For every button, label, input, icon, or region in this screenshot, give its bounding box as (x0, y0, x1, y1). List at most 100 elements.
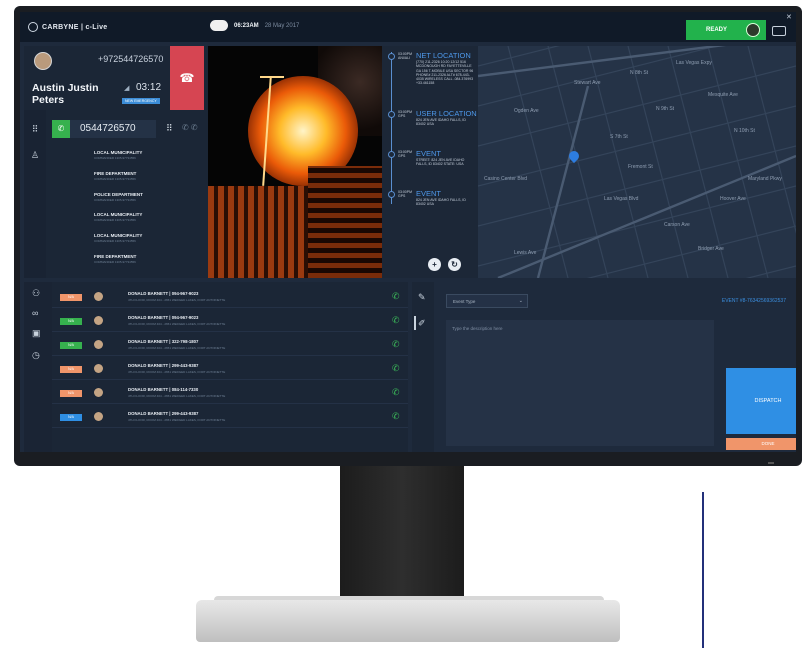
timeline-time: 03:00PM GPS (398, 190, 413, 198)
dial-keypad-icon[interactable]: ⠿ (166, 123, 173, 134)
contact-name: LOCAL MUNICIPALITY (94, 150, 143, 155)
video-crane-boom (260, 76, 284, 78)
timeline-time: 03:00PM ANI/ALI (398, 52, 413, 60)
caller-avatar (34, 52, 52, 70)
contact-sub: COMMANDER 1305-97734556 (94, 260, 136, 264)
contact-sub: COMMANDER 1305-97734556 (94, 218, 136, 222)
call-icon[interactable]: ✆ (392, 315, 400, 326)
call-icon[interactable]: ✆ (392, 387, 400, 398)
timeline-dot (388, 191, 395, 198)
event-type-select[interactable]: Event Type ⌄ (446, 294, 528, 308)
keypad-icon[interactable]: ⠿ (30, 124, 40, 134)
map-label: Casino Center Blvd (484, 176, 528, 182)
video-building (308, 166, 382, 278)
close-icon[interactable]: ✕ (786, 13, 792, 21)
app-screen: CARBYNE | c-Live 06:23AM 28 May 2017 REA… (20, 12, 796, 452)
contact-item[interactable]: FIRE DEPARTMENT COMMANDER 1305-97734556 (94, 171, 204, 181)
table-row[interactable]: N/A DONALD BARNETT | 299-443-9387 4TH FL… (52, 358, 408, 380)
group-icon[interactable]: ⚇ (32, 288, 40, 299)
avatar (94, 412, 103, 421)
hangup-button[interactable]: ☎ (170, 46, 204, 110)
incident-address: 4TH FLOOR, ROOM 404 - 2651 WEDGED LAKES,… (128, 394, 226, 398)
map-label: Stewart Ave (574, 80, 601, 86)
call-icon[interactable]: ✆ (392, 363, 400, 374)
edit-icon[interactable]: ✎ (418, 292, 426, 303)
call-icon[interactable]: ✆ (392, 291, 400, 302)
timeline-body: STREET: 824 JEN AVE IDAHO FALLS, ID 8340… (416, 158, 465, 167)
phone-hangup-icon: ☎ (179, 71, 195, 85)
refresh-icon[interactable]: ↻ (448, 258, 461, 271)
call-options-icon[interactable]: ✆ ✆ (182, 123, 198, 132)
map-label: N 10th St (734, 128, 755, 134)
map-label: Maryland Pkwy (748, 176, 782, 182)
ready-status-button[interactable]: READY (686, 20, 766, 40)
timeline-dot (388, 111, 395, 118)
contact-item[interactable]: LOCAL MUNICIPALITY COMMANDER 1305-977345… (94, 150, 204, 160)
operator-avatar[interactable] (746, 23, 760, 37)
incident-title: DONALD BARNETT | 322-798-1807 (128, 339, 199, 344)
contact-item[interactable]: FIRE DEPARTMENT COMMANDER 1305-97734556 (94, 254, 204, 264)
contact-name: LOCAL MUNICIPALITY (94, 212, 143, 217)
done-button[interactable]: DONE (726, 438, 796, 450)
map-streets (478, 46, 796, 278)
contact-card-icon[interactable]: ▣ (32, 328, 41, 339)
timeline-dot (388, 53, 395, 60)
dispatch-button[interactable]: DISPATCH (726, 368, 796, 434)
top-bar: CARBYNE | c-Live 06:23AM 28 May 2017 REA… (20, 12, 796, 42)
call-icon[interactable]: ✆ (392, 339, 400, 350)
incident-title: DONALD BARNETT | 299-443-9387 (128, 363, 199, 368)
contact-item[interactable]: LOCAL MUNICIPALITY COMMANDER 1305-977345… (94, 212, 204, 222)
chevron-down-icon: ⌄ (518, 298, 523, 304)
map-label: Hoover Ave (720, 196, 746, 202)
incident-address: 4TH FLOOR, ROOM 404 - 2651 WEDGED LAKES,… (128, 370, 226, 374)
ready-label: READY (706, 27, 728, 33)
contact-icon[interactable]: ♙ (30, 150, 40, 160)
contact-name: FIRE DEPARTMENT (94, 171, 137, 176)
contact-item[interactable]: POLICE DEPARTMENT COMMANDER 1305-9773455… (94, 192, 204, 202)
table-row[interactable]: N/A DONALD BARNETT | 322-798-1807 4TH FL… (52, 334, 408, 356)
monitor-frame: CARBYNE | c-Live 06:23AM 28 May 2017 REA… (14, 6, 802, 466)
monitor-stand-neck (340, 466, 464, 608)
table-row[interactable]: N/A DONALD BARNETT | 084-114-7330 4TH FL… (52, 382, 408, 404)
dial-number[interactable]: 0544726570 (80, 123, 136, 134)
map-label: Fremont St (628, 164, 653, 170)
status-badge: N/A (60, 390, 82, 397)
contact-name: LOCAL MUNICIPALITY (94, 233, 143, 238)
incident-address: 4TH FLOOR, ROOM 404 - 2651 WEDGED LAKES,… (128, 298, 226, 302)
incidents-list: N/A DONALD BARNETT | 094-967-9023 4TH FL… (52, 282, 408, 452)
monitor-icon[interactable] (772, 26, 786, 36)
edit-note-icon[interactable]: ✐ (418, 318, 426, 329)
dial-input-row[interactable]: ✆ 0544726570 (52, 120, 156, 138)
incident-address: 4TH FLOOR, ROOM 404 - 2651 WEDGED LAKES,… (128, 418, 226, 422)
timeline-dot (388, 151, 395, 158)
call-icon[interactable]: ✆ (392, 411, 400, 422)
event-id: EVENT #8-76342569362537 (721, 298, 786, 304)
contact-item[interactable]: LOCAL MUNICIPALITY COMMANDER 1305-977345… (94, 233, 204, 243)
call-phone-icon[interactable]: ✆ (52, 120, 70, 138)
timeline-title: NET LOCATION (416, 51, 471, 60)
table-row[interactable]: N/A DONALD BARNETT | 299-443-9387 4TH FL… (52, 406, 408, 428)
map-label: Bridger Ave (698, 246, 724, 252)
table-row[interactable]: N/A DONALD BARNETT | 094-967-9023 4TH FL… (52, 310, 408, 332)
add-icon[interactable]: + (428, 258, 441, 271)
event-form: Event Type ⌄ EVENT #8-76342569362537 Typ… (434, 282, 796, 452)
avatar (94, 340, 103, 349)
caller-phone: +972544726570 (98, 54, 164, 64)
contact-sub: COMMANDER 1305-97734556 (94, 198, 136, 202)
carbyne-logo-icon (28, 22, 38, 32)
live-video-feed[interactable] (208, 46, 382, 278)
history-clock-icon[interactable]: ◷ (32, 350, 40, 361)
incident-title: DONALD BARNETT | 094-967-9023 (128, 291, 199, 296)
incidents-nav: ⚇ ∞ ▣ ◷ (24, 282, 52, 452)
emergency-badge: NEW EMERGENCY (122, 98, 160, 104)
video-building (208, 186, 308, 278)
timeline-body: 824 JEN AVE IDAHO FALLS, ID 83402 USA (416, 198, 466, 207)
description-textarea[interactable]: Type the description here (446, 320, 714, 446)
status-badge: N/A (60, 318, 82, 325)
voicemail-icon[interactable]: ∞ (32, 308, 38, 318)
table-row[interactable]: N/A DONALD BARNETT | 094-967-9023 4TH FL… (52, 286, 408, 308)
map-view[interactable]: Las Vegas Expy Stewart Ave Ogden Ave Mes… (478, 46, 796, 278)
contact-name: POLICE DEPARTMENT (94, 192, 143, 197)
location-timeline: 03:00PM ANI/ALI NET LOCATION (770) 211-2… (382, 46, 478, 278)
contacts-panel: ✆ 0544726570 ⠿ ✆ ✆ LOCAL MUNICIPALITY CO… (46, 110, 208, 278)
